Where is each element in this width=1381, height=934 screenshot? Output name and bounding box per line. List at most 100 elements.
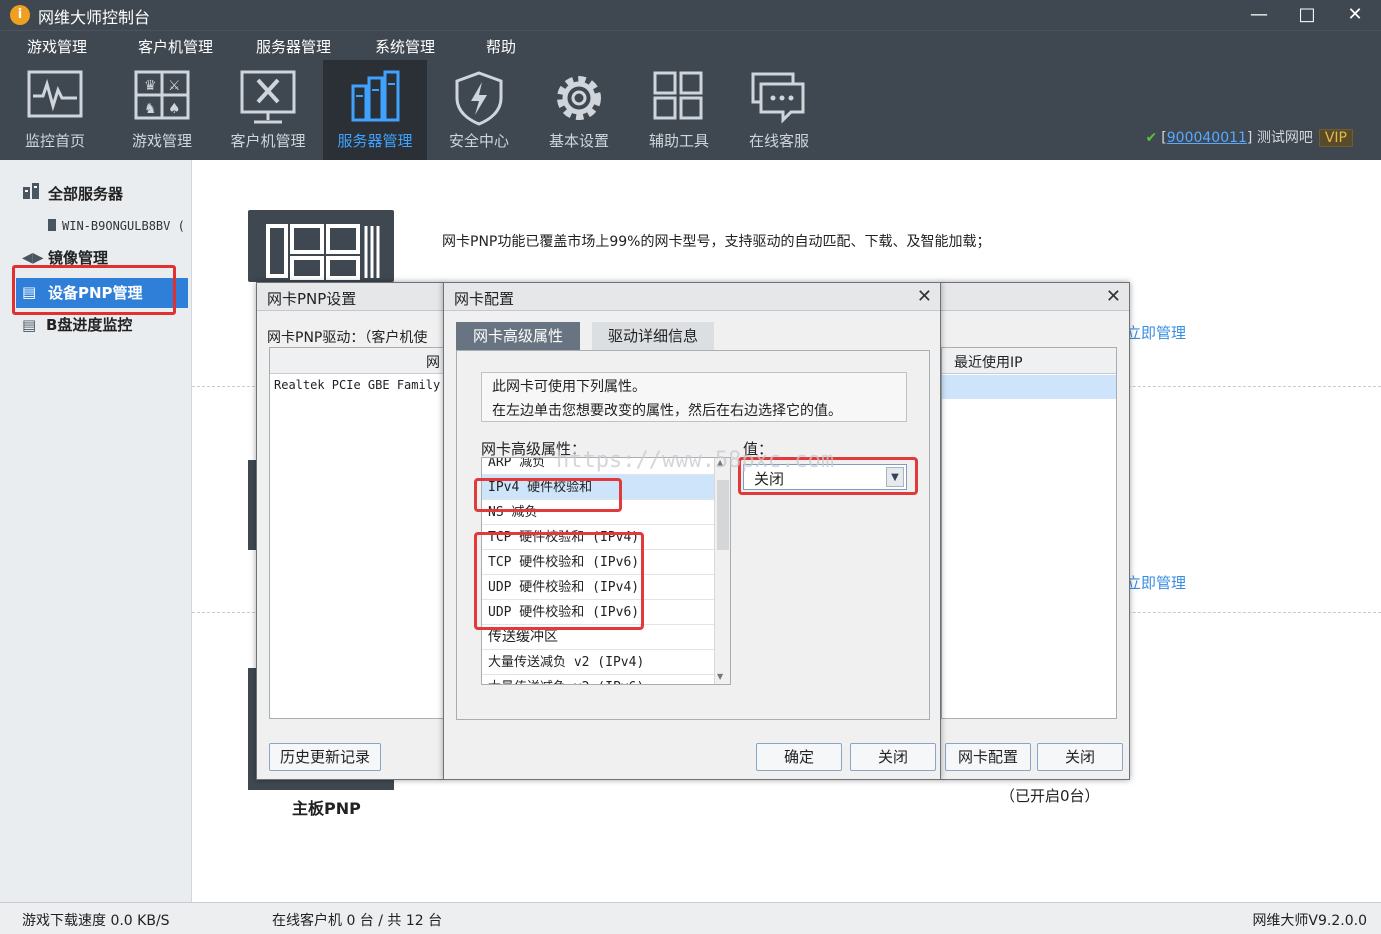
menu-server[interactable]: 服务器管理 [256,36,331,57]
toolbar-monitor[interactable]: 监控首页 [3,60,107,160]
maximize-button[interactable]: □ [1284,0,1330,30]
annotation-ipv4-box [474,478,622,512]
online-clients: 在线客户机 0 台 / 共 12 台 [272,913,443,929]
sidebar-server-item[interactable]: WIN-B9ONGULB8BV ( [62,219,185,233]
status-bar: 游戏下载速度 0.0 KB/S 在线客户机 0 台 / 共 12 台 网维大师V… [0,902,1381,934]
motherboard-pnp-label: 主板PNP [292,799,361,818]
svg-text:♞: ♞ [144,101,157,117]
property-scrollbar[interactable]: ▲ ▼ [714,458,730,684]
nic-list-dialog-titlebar: ✕ [941,283,1129,311]
server-group-icon [22,182,40,200]
menu-client[interactable]: 客户机管理 [138,36,213,57]
nic-config-close-button[interactable]: ✕ [917,286,932,307]
disk-monitor-icon: ▤ [22,316,37,334]
version: 网维大师V9.2.0.0 [1252,913,1367,929]
toolbar-support[interactable]: 在线客服 [727,60,831,160]
toolbar-tools-label: 辅助工具 [648,132,709,150]
nic-config-button[interactable]: 网卡配置 [945,743,1031,771]
info-line-1: 此网卡可使用下列属性。 [492,379,646,395]
list-item[interactable]: 大量传送减负 v2 (IPv6) [482,675,714,684]
scroll-thumb[interactable] [717,480,729,550]
svg-text:♠: ♠ [168,101,181,117]
toolbar: 监控首页 ♛ ⚔ ♞ ♠ 游戏管理 客户机管理 服务器管理 安全中心 基本设置 … [0,60,1381,160]
table-row[interactable] [942,375,1116,399]
column-header-nic-label: 网 [426,355,440,371]
info-box: 此网卡可使用下列属性。 在左边单击您想要改变的属性，然后在右边选择它的值。 [481,372,907,422]
watermark: https://www.58pxc.com [556,448,835,473]
pnp-highlight-box [12,265,176,315]
account-name: 测试网吧 [1256,130,1313,146]
game-grid-icon: ♛ ⚔ ♞ ♠ [134,70,190,120]
svg-text:⚔: ⚔ [168,78,181,94]
apps-grid-icon [653,71,703,120]
info-line-2: 在左边单击您想要改变的属性，然后在右边选择它的值。 [492,403,842,419]
pnp-driver-label: 网卡PNP驱动：（客户机使 [267,330,428,346]
minimize-button[interactable]: — [1236,0,1282,30]
history-button[interactable]: 历史更新记录 [269,743,381,771]
vip-badge: VIP [1318,129,1353,147]
download-speed: 游戏下载速度 0.0 KB/S [22,913,170,929]
toolbar-server[interactable]: 服务器管理 [323,60,427,160]
check-icon: ✔ [1145,130,1158,146]
account-info: ✔ [900040011] 测试网吧 VIP [1146,127,1353,147]
nic-config-title: 网卡配置 [454,290,515,308]
open-count-text: （已开启0台） [1000,787,1100,805]
pnp-settings-titlebar: 网卡PNP设置 [257,283,443,311]
svg-text:♛: ♛ [144,78,157,94]
title-bar: i 网维大师控制台 — □ ✕ [0,0,1381,30]
toolbar-game[interactable]: ♛ ⚔ ♞ ♠ 游戏管理 [110,60,214,160]
menu-bar: 游戏管理 客户机管理 服务器管理 系统管理 帮助 [0,30,1381,60]
toolbar-server-label: 服务器管理 [337,132,413,150]
client-tools-icon [240,70,296,124]
nic-config-dialog: 网卡配置 ✕ 网卡高级属性 驱动详细信息 此网卡可使用下列属性。 在左边单击您想… [443,282,941,780]
pnp-description: 网卡PNP功能已覆盖市场上99%的网卡型号，支持驱动的自动匹配、下载、及智能加载… [442,234,991,250]
nic-list-dialog: ✕ 最近使用IP 网卡配置 关闭 [940,282,1130,780]
table-row[interactable]: Realtek PCIe GBE Family [274,378,440,392]
toolbar-settings[interactable]: 基本设置 [527,60,631,160]
toolbar-client-label: 客户机管理 [230,132,306,150]
mirror-icon: ◀▶ [22,250,44,266]
pnp-settings-title: 网卡PNP设置 [267,290,357,308]
chat-icon [751,72,805,124]
tab-advanced-properties[interactable]: 网卡高级属性 [456,322,580,350]
right-close-button[interactable]: 关闭 [1037,743,1123,771]
server-small-icon [48,219,56,231]
account-id-link[interactable]: 900040011 [1167,130,1247,146]
close-window-button[interactable]: ✕ [1332,0,1378,30]
server-icon [351,70,400,122]
nic-config-titlebar: 网卡配置 ✕ [444,283,940,311]
toolbar-security[interactable]: 安全中心 [427,60,531,160]
pnp-driver-list[interactable]: 网 Realtek PCIe GBE Family [269,347,446,719]
sidebar-bdisk[interactable]: B盘进度监控 [46,314,132,335]
toolbar-settings-label: 基本设置 [548,132,609,150]
scroll-down-icon[interactable]: ▼ [717,672,723,681]
tab-driver-details[interactable]: 驱动详细信息 [592,322,714,350]
menu-game[interactable]: 游戏管理 [27,36,87,57]
pnp-settings-dialog: 网卡PNP设置 网卡PNP驱动：（客户机使 网 Realtek PCIe GBE… [256,282,446,780]
column-header-ip-label: 最近使用IP [954,355,1023,371]
manage-link-2[interactable]: 立即管理 [1126,572,1186,593]
ok-button[interactable]: 确定 [756,743,842,771]
list-item[interactable]: 大量传送减负 v2 (IPv4) [482,650,714,675]
app-title: 网维大师控制台 [38,8,151,27]
toolbar-client[interactable]: 客户机管理 [216,60,320,160]
nic-ip-list[interactable]: 最近使用IP [941,347,1117,719]
config-close-button[interactable]: 关闭 [850,743,936,771]
menu-system[interactable]: 系统管理 [375,36,435,57]
column-header-ip[interactable]: 最近使用IP [942,348,1116,374]
toolbar-game-label: 游戏管理 [131,132,192,150]
toolbar-support-label: 在线客服 [748,132,809,150]
shield-bolt-icon [455,71,503,126]
menu-help[interactable]: 帮助 [486,36,516,57]
column-header-nic[interactable]: 网 [270,348,446,374]
gear-icon [557,76,601,120]
manage-link-1[interactable]: 立即管理 [1126,322,1186,343]
annotation-tcp-udp-box [474,532,644,630]
toolbar-security-label: 安全中心 [448,132,509,150]
app-logo-icon: i [10,5,30,25]
nic-card-image [248,210,394,282]
toolbar-tools[interactable]: 辅助工具 [627,60,731,160]
toolbar-monitor-label: 监控首页 [24,132,85,150]
sidebar-all-servers[interactable]: 全部服务器 [48,183,123,204]
nic-list-close-button[interactable]: ✕ [1106,286,1121,307]
